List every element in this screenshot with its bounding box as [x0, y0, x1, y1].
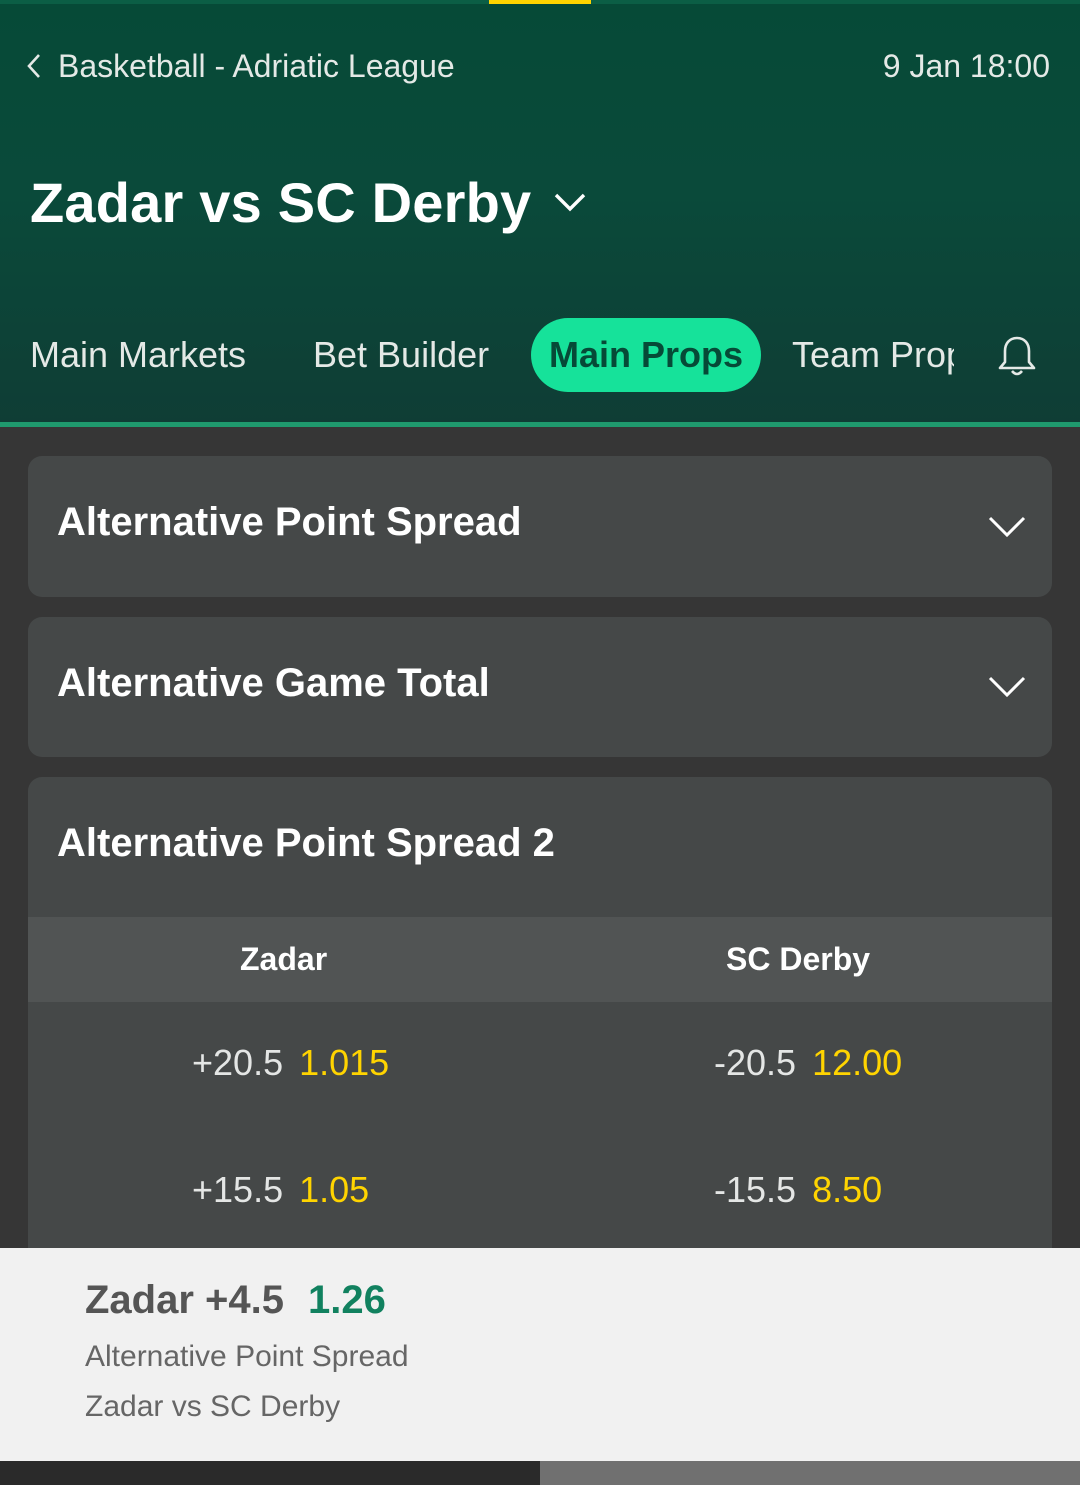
column-header-away: SC Derby	[726, 941, 871, 977]
bet-slip-event: Zadar vs SC Derby	[85, 1390, 341, 1423]
odds-column-header: Zadar SC Derby	[28, 917, 1052, 1002]
match-page: Basketball - Adriatic League 9 Jan 18:00…	[0, 0, 1080, 1485]
odds-price: 12.00	[812, 1042, 903, 1083]
odds-button-home[interactable]: +20.5 1.015	[192, 1018, 389, 1108]
tab-team-props[interactable]: Team Props	[792, 318, 954, 392]
chevron-down-icon[interactable]	[988, 676, 1026, 698]
chevron-left-icon[interactable]	[26, 44, 48, 88]
market-card-alt-point-spread[interactable]: Alternative Point Spread	[28, 456, 1052, 597]
bet-slip-selection[interactable]: Zadar +4.5 1.26	[85, 1275, 386, 1325]
odds-price: 1.05	[299, 1169, 370, 1210]
match-datetime: 9 Jan 18:00	[882, 48, 1050, 84]
chevron-down-icon[interactable]	[553, 185, 587, 219]
bottom-bar-left[interactable]	[0, 1461, 540, 1485]
header-divider	[0, 422, 1080, 427]
bell-icon[interactable]	[996, 334, 1038, 378]
bottom-bar-right[interactable]	[540, 1461, 1080, 1485]
breadcrumb[interactable]: Basketball - Adriatic League	[26, 44, 455, 88]
table-row: +15.5 1.05 -15.5 8.50	[28, 1145, 1052, 1235]
match-header: Basketball - Adriatic League 9 Jan 18:00…	[0, 0, 1080, 427]
market-card-alt-game-total[interactable]: Alternative Game Total	[28, 617, 1052, 757]
match-selector[interactable]: Zadar vs SC Derby	[30, 165, 587, 239]
breadcrumb-label: Basketball - Adriatic League	[58, 47, 455, 84]
selection-odds: 1.26	[308, 1278, 386, 1322]
tab-main-markets[interactable]: Main Markets	[30, 318, 246, 392]
tab-main-props[interactable]: Main Props	[531, 318, 762, 392]
chevron-down-icon[interactable]	[988, 516, 1026, 538]
table-row: +20.5 1.015 -20.5 12.00	[28, 1018, 1052, 1108]
handicap-line: +15.5	[192, 1169, 284, 1210]
market-title: Alternative Game Total	[57, 661, 490, 705]
odds-button-home[interactable]: +15.5 1.05	[192, 1145, 369, 1235]
handicap-line: -15.5	[714, 1169, 797, 1210]
tab-bet-builder[interactable]: Bet Builder	[313, 318, 489, 392]
odds-price: 1.015	[299, 1042, 390, 1083]
odds-button-away[interactable]: -15.5 8.50	[714, 1145, 882, 1235]
market-tabs: Main Markets Bet Builder Main Props Team…	[0, 318, 1080, 394]
odds-price: 8.50	[812, 1169, 883, 1210]
header-accent-bar	[489, 0, 591, 4]
selection-name: Zadar +4.5	[85, 1278, 285, 1322]
bet-slip-market: Alternative Point Spread	[85, 1340, 409, 1373]
market-title: Alternative Point Spread	[57, 500, 522, 544]
match-title: Zadar vs SC Derby	[30, 170, 532, 234]
odds-button-away[interactable]: -20.5 12.00	[714, 1018, 902, 1108]
column-header-home: Zadar	[240, 941, 328, 977]
handicap-line: +20.5	[192, 1042, 284, 1083]
market-title[interactable]: Alternative Point Spread 2	[57, 821, 555, 866]
handicap-line: -20.5	[714, 1042, 797, 1083]
